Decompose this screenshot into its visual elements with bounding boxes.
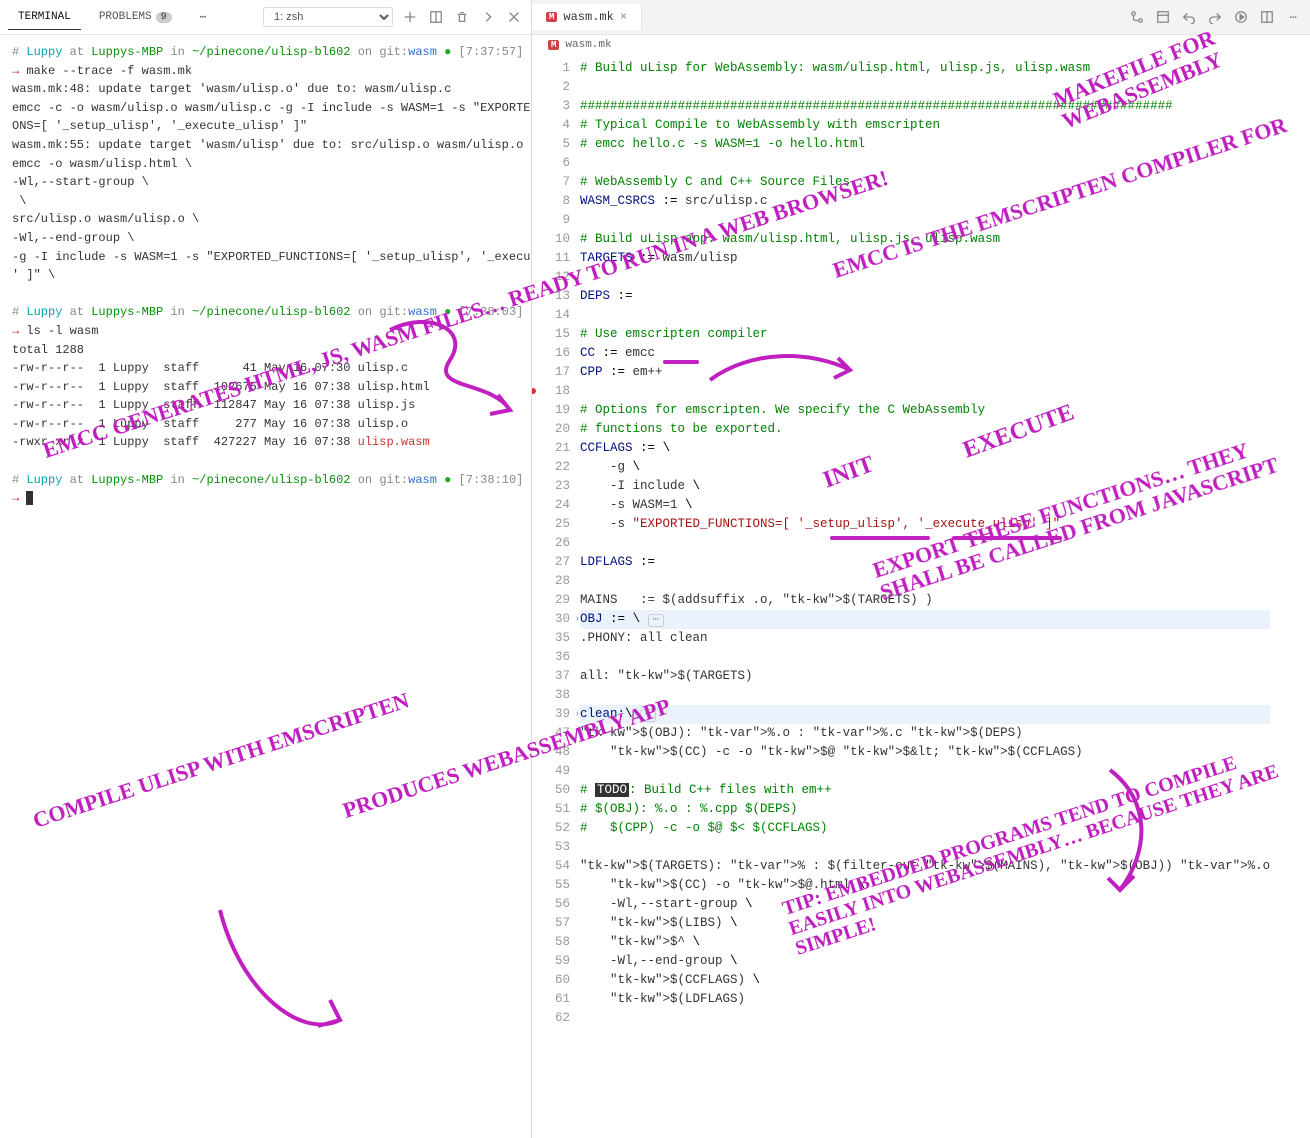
editor-tab-label: wasm.mk xyxy=(563,10,613,24)
terminal-shell-select[interactable]: 1: zsh xyxy=(263,7,393,27)
split-terminal-icon[interactable] xyxy=(427,8,445,26)
makefile-icon: M xyxy=(548,40,559,50)
new-terminal-icon[interactable] xyxy=(401,8,419,26)
run-icon[interactable] xyxy=(1232,8,1250,26)
makefile-icon: M xyxy=(546,12,557,22)
close-panel-icon[interactable] xyxy=(505,8,523,26)
panel-tab-bar: TERMINAL PROBLEMS 9 ⋯ 1: zsh xyxy=(0,0,531,35)
editor-panel: M wasm.mk × ⋯ M wasm.mk 1234567891011121… xyxy=(532,0,1310,1138)
editor-tab-bar: M wasm.mk × ⋯ xyxy=(532,0,1310,35)
undo-icon[interactable] xyxy=(1180,8,1198,26)
close-tab-icon[interactable]: × xyxy=(620,10,627,24)
tab-overflow[interactable]: ⋯ xyxy=(190,4,217,30)
editor-body[interactable]: 1234567891011121314151617181920212223242… xyxy=(532,55,1310,1138)
problems-count-badge: 9 xyxy=(156,12,172,23)
more-actions-icon[interactable]: ⋯ xyxy=(1284,8,1302,26)
code-content[interactable]: # Build uLisp for WebAssembly: wasm/ulis… xyxy=(580,55,1270,1138)
kill-terminal-icon[interactable] xyxy=(453,8,471,26)
tab-problems[interactable]: PROBLEMS 9 xyxy=(89,5,182,29)
editor-actions: ⋯ xyxy=(1128,8,1310,26)
terminal-output[interactable]: # Luppy at Luppys-MBP in ~/pinecone/ulis… xyxy=(0,35,531,1138)
terminal-panel: TERMINAL PROBLEMS 9 ⋯ 1: zsh # Luppy at … xyxy=(0,0,532,1138)
redo-icon[interactable] xyxy=(1206,8,1224,26)
chevron-right-icon[interactable] xyxy=(479,8,497,26)
breadcrumb-label: wasm.mk xyxy=(565,39,611,51)
git-compare-icon[interactable] xyxy=(1128,8,1146,26)
tab-terminal[interactable]: TERMINAL xyxy=(8,5,81,30)
open-preview-icon[interactable] xyxy=(1154,8,1172,26)
editor-tab-wasmmk[interactable]: M wasm.mk × xyxy=(532,4,642,30)
line-number-gutter: 1234567891011121314151617181920212223242… xyxy=(532,55,580,1138)
editor-breadcrumb[interactable]: M wasm.mk xyxy=(532,35,1310,55)
tab-problems-label: PROBLEMS xyxy=(99,11,152,23)
split-editor-icon[interactable] xyxy=(1258,8,1276,26)
